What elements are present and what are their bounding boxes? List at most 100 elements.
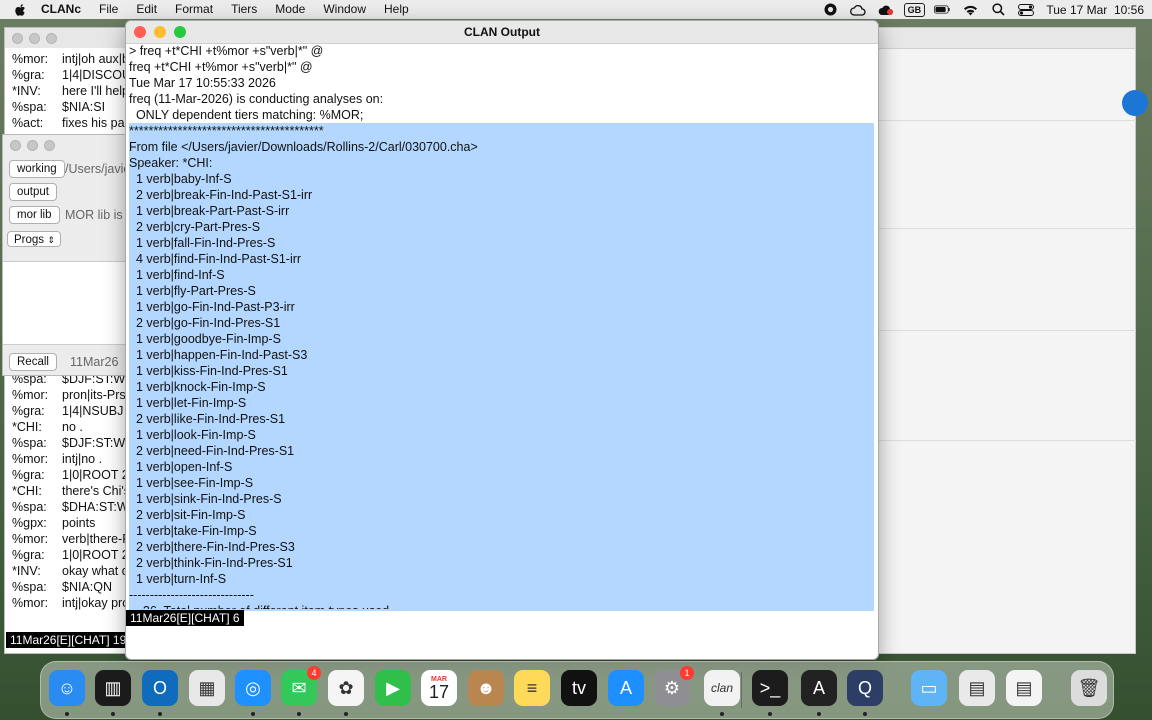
menu-tiers[interactable]: Tiers [222, 0, 266, 19]
selected-line: 1 verb|go-Fin-Ind-Past-P3-irr [129, 300, 295, 314]
transcript-line[interactable]: %gra: 1|4|DISCOU [12, 67, 131, 83]
transcript-line[interactable]: *INV: here I'll help [12, 83, 129, 99]
launchpad-icon[interactable]: ▦ [189, 670, 225, 706]
transcript-line[interactable]: %gra: 1|0|ROOT 2 [12, 467, 129, 483]
safari-icon[interactable]: ◎ [235, 670, 271, 706]
spotlight-search-icon[interactable] [990, 3, 1006, 17]
commands-window[interactable]: working /Users/javie output mor lib MOR … [2, 134, 129, 376]
divider [876, 120, 1136, 121]
menu-mode[interactable]: Mode [266, 0, 314, 19]
menu-file[interactable]: File [90, 0, 127, 19]
close-button[interactable] [10, 139, 21, 151]
minimize-button[interactable] [29, 32, 40, 44]
screen-record-icon[interactable] [822, 3, 838, 17]
notification-badge: 1 [680, 666, 694, 680]
clan-icon[interactable]: clan [704, 670, 740, 706]
working-button[interactable]: working [9, 160, 65, 178]
terminal-icon[interactable]: >_ [752, 670, 788, 706]
transcript-line[interactable]: *CHI: no . [12, 419, 83, 435]
selected-line: 1 verb|fall-Fin-Ind-Pres-S [129, 236, 276, 250]
transcript-line[interactable]: %spa: $DJF:ST:WI [12, 435, 129, 451]
folder-icon[interactable]: ▭ [911, 670, 947, 706]
cloud-sync-icon[interactable] [850, 3, 866, 17]
quicktime-icon-glyph: Q [857, 677, 872, 698]
output-text-area[interactable]: > freq +t*CHI +t%mor +s"verb|*" @ freq +… [129, 43, 874, 609]
notification-badge: 4 [307, 666, 321, 680]
selected-line: 2 verb|go-Fin-Ind-Pres-S1 [129, 316, 281, 330]
menu-app-name[interactable]: CLANc [32, 0, 90, 19]
output-line: freq +t*CHI +t%mor +s"verb|*" @ [129, 60, 313, 74]
finder-icon[interactable]: ☺ [49, 670, 85, 706]
facetime-icon[interactable]: ▶ [375, 670, 411, 706]
apple-tv-icon[interactable]: tv [561, 670, 597, 706]
commands-titlebar [3, 135, 128, 155]
selected-line: 1 verb|happen-Fin-Ind-Past-S3 [129, 348, 308, 362]
selected-line: 1 verb|let-Fin-Imp-S [129, 396, 247, 410]
document-preview-icon-glyph: ▤ [1015, 677, 1033, 698]
transcript-line[interactable]: %spa: $DHA:ST:W [12, 499, 129, 515]
clan-output-window[interactable]: CLAN Output > freq +t*CHI +t%mor +s"verb… [125, 20, 879, 660]
screenshot-preview-icon[interactable]: ▤ [959, 670, 995, 706]
outlook-icon[interactable]: O [142, 670, 178, 706]
transcript-line[interactable]: %gpx: points [12, 515, 95, 531]
notes-icon[interactable]: ≡ [514, 670, 550, 706]
battery-icon[interactable] [934, 3, 951, 17]
running-indicator [817, 712, 821, 716]
menu-format[interactable]: Format [166, 0, 222, 19]
menu-window[interactable]: Window [314, 0, 375, 19]
apple-logo-icon[interactable] [14, 3, 28, 17]
keyboard-layout-badge[interactable]: GB [903, 2, 926, 17]
control-center-icon[interactable] [1018, 3, 1035, 17]
system-settings-icon[interactable]: ⚙ 1 [654, 666, 694, 706]
transcript-titlebar [5, 28, 135, 48]
close-button[interactable] [12, 32, 23, 44]
photos-icon[interactable]: ✿ [328, 670, 364, 706]
activity-monitor-icon[interactable]: ▥ [95, 670, 131, 706]
menu-clock[interactable]: Tue 17 Mar 10:56 [1046, 3, 1144, 17]
app-store-icon[interactable]: A [608, 670, 644, 706]
transcript-line[interactable]: %mor: verb|there-F [12, 531, 130, 547]
transcript-line[interactable]: *CHI: there's Chi's [12, 483, 130, 499]
wifi-icon[interactable] [962, 3, 978, 17]
transcript-line[interactable]: %act: fixes his par [12, 115, 129, 131]
creative-cloud-icon[interactable] [878, 3, 894, 17]
info-button-icon[interactable] [1122, 90, 1148, 116]
output-titlebar: CLAN Output [126, 21, 878, 44]
contacts-icon[interactable]: ☻ [468, 670, 504, 706]
transcript-line[interactable]: %spa: $NIA:QN [12, 579, 112, 595]
quicktime-icon[interactable]: Q [847, 670, 883, 706]
calendar-icon[interactable]: MAR 17 [421, 670, 457, 706]
contacts-icon-glyph: ☻ [476, 677, 496, 698]
finder-icon-glyph: ☺ [57, 677, 77, 698]
trash-icon[interactable]: 🗑 [1071, 670, 1107, 706]
transcript-line[interactable]: %spa: $NIA:SI [12, 99, 105, 115]
background-window[interactable] [876, 27, 1136, 654]
selected-line: 1 verb|baby-Inf-S [129, 172, 232, 186]
transcript-line[interactable]: %mor: pron|its-Prs [12, 387, 126, 403]
textedit-icon[interactable]: A [801, 670, 837, 706]
system-settings-icon-glyph: ⚙ [663, 677, 681, 698]
zoom-button[interactable] [46, 32, 57, 44]
total-line: 26 Total number of different item types … [129, 603, 874, 609]
menu-help[interactable]: Help [375, 0, 418, 19]
transcript-line[interactable]: %mor: intj|okay pro [12, 595, 129, 611]
transcript-line[interactable]: %mor: intj|no . [12, 451, 102, 467]
menu-edit[interactable]: Edit [127, 0, 166, 19]
launchpad-icon-glyph: ▦ [198, 677, 216, 698]
transcript-line[interactable]: %gra: 1|4|NSUBJ 2 [12, 403, 134, 419]
selected-line: 1 verb|find-Inf-S [129, 268, 225, 282]
transcript-line[interactable]: %mor: intj|oh aux|b [12, 51, 129, 67]
mor-lib-button[interactable]: mor lib [9, 206, 60, 224]
output-button[interactable]: output [9, 183, 57, 201]
transcript-line[interactable]: %gra: 1|0|ROOT 2 [12, 547, 129, 563]
progs-dropdown[interactable]: Progs ⇕ [7, 231, 61, 247]
recall-button[interactable]: Recall [9, 353, 57, 371]
transcript-line[interactable]: *INV: okay what d [12, 563, 129, 579]
document-preview-icon[interactable]: ▤ [1006, 670, 1042, 706]
zoom-button[interactable] [44, 139, 55, 151]
minimize-button[interactable] [27, 139, 38, 151]
messages-icon[interactable]: ✉ 4 [281, 666, 321, 706]
command-input[interactable] [3, 261, 128, 345]
selected-line: Speaker: *CHI: [129, 156, 213, 170]
dock-separator [741, 672, 742, 708]
